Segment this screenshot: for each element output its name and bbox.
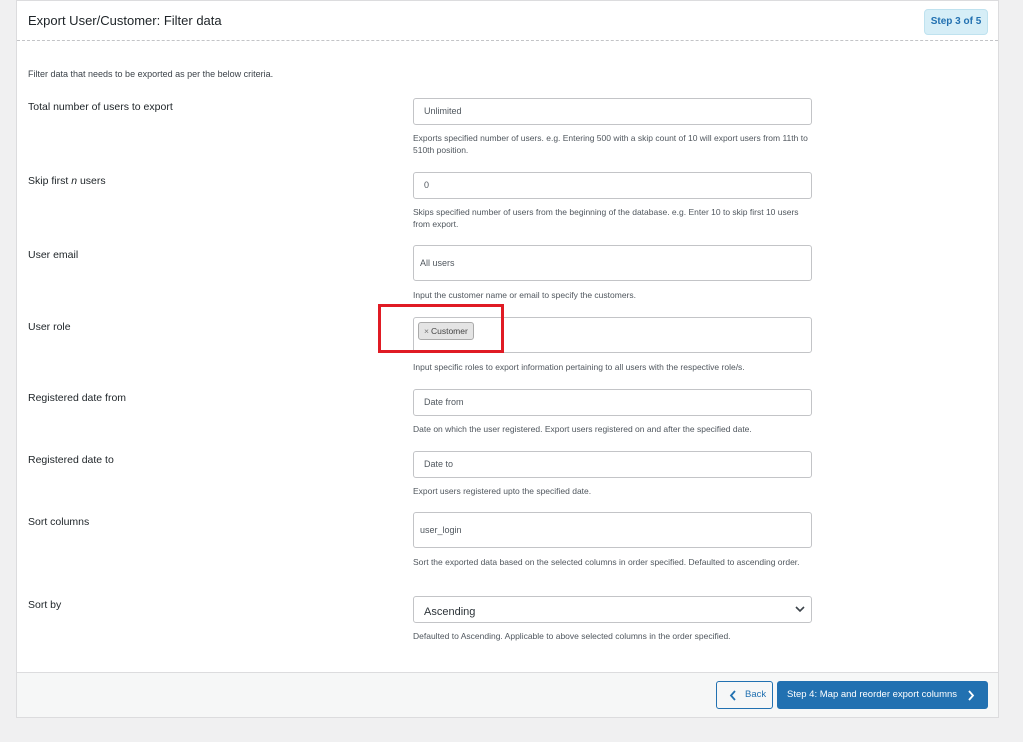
intro-text: Filter data that needs to be exported as… (28, 69, 274, 79)
sort-columns-value: user_login (420, 525, 462, 535)
sort-by-label: Sort by (28, 599, 62, 611)
sort-columns-help: Sort the exported data based on the sele… (413, 557, 800, 567)
user-role-help: Input specific roles to export informati… (413, 362, 745, 372)
next-step-button[interactable]: Step 4: Map and reorder export columns (777, 681, 988, 709)
date-to-placeholder: Date to (424, 459, 454, 469)
user-role-label: User role (28, 321, 71, 333)
date-to-input[interactable]: Date to (413, 451, 812, 478)
total-users-help: Exports specified number of users. e.g. … (413, 133, 808, 155)
chevron-down-icon (795, 606, 805, 613)
date-from-help: Date on which the user registered. Expor… (413, 424, 752, 434)
date-to-help: Export users registered upto the specifi… (413, 486, 592, 496)
total-users-label: Total number of users to export (28, 101, 173, 113)
chevron-right-icon (968, 690, 975, 701)
sort-by-select[interactable]: Ascending (413, 596, 812, 623)
user-email-input[interactable]: All users (413, 245, 812, 281)
skip-users-value: 0 (424, 180, 430, 190)
back-button[interactable]: Back (716, 681, 773, 709)
sort-columns-input[interactable]: user_login (413, 512, 812, 548)
skip-users-label-prefix: Skip first (28, 175, 72, 187)
page-title: Export User/Customer: Filter data (28, 13, 222, 28)
annotation-highlight-box (378, 304, 504, 353)
back-button-label: Back (745, 689, 767, 700)
skip-users-help: Skips specified number of users from the… (413, 207, 799, 229)
sort-columns-label: Sort columns (28, 516, 90, 528)
panel-header: Export User/Customer: Filter data Step 3… (17, 1, 998, 41)
date-to-label: Registered date to (28, 454, 114, 466)
total-users-input[interactable]: Unlimited (413, 98, 812, 125)
date-from-input[interactable]: Date from (413, 389, 812, 416)
skip-users-label: Skip first n users (28, 175, 106, 187)
skip-users-input[interactable]: 0 (413, 172, 812, 199)
sort-by-help: Defaulted to Ascending. Applicable to ab… (413, 631, 731, 641)
chevron-left-icon (729, 690, 736, 701)
export-panel: Export User/Customer: Filter data Step 3… (16, 0, 999, 718)
step-badge: Step 3 of 5 (924, 9, 988, 35)
user-email-placeholder: All users (420, 258, 455, 268)
sort-by-value: Ascending (424, 606, 476, 618)
panel-footer: Back Step 4: Map and reorder export colu… (17, 672, 998, 717)
date-from-placeholder: Date from (424, 397, 464, 407)
next-step-button-label: Step 4: Map and reorder export columns (787, 689, 958, 700)
date-from-label: Registered date from (28, 392, 127, 404)
total-users-placeholder: Unlimited (424, 106, 462, 116)
user-email-help: Input the customer name or email to spec… (413, 290, 636, 300)
skip-users-label-suffix: users (77, 175, 106, 187)
user-email-label: User email (28, 249, 79, 261)
